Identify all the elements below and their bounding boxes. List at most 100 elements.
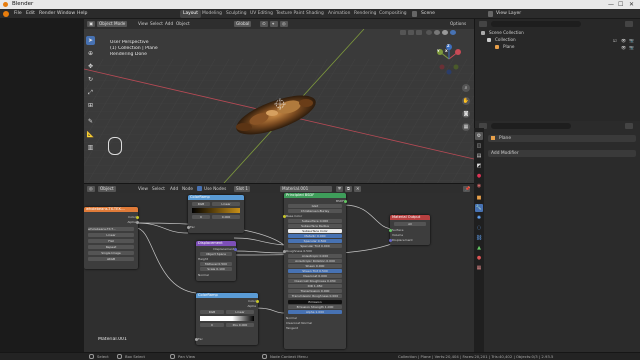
tab-animation[interactable]: Animation (325, 10, 353, 18)
measure-tool-icon[interactable]: 📐 (86, 130, 95, 139)
anisotropic-rotation-field[interactable]: Anisotropic Rotation 0.000 (288, 259, 342, 263)
eye-icon[interactable]: 👁 (621, 45, 626, 50)
rotate-tool-icon[interactable]: ↻ (86, 75, 95, 84)
tab-modeling[interactable]: Modeling (199, 10, 225, 18)
menu-file[interactable]: File (14, 11, 22, 16)
viewport-menu-view[interactable]: View (138, 21, 148, 27)
tab-compositing[interactable]: Compositing (376, 10, 410, 18)
midlevel-field[interactable]: Midlevel 0.500 (200, 262, 232, 266)
color-ramp-gradient[interactable] (192, 208, 240, 213)
output-tab-icon[interactable]: ▤ (475, 152, 483, 160)
interpolation-field[interactable]: Linear (212, 202, 240, 206)
view-layer-tab-icon[interactable]: ◩ (475, 162, 483, 170)
camera-icon[interactable]: 📷 (629, 45, 634, 50)
tab-layout[interactable]: Layout (180, 10, 201, 18)
principled-bsdf-node[interactable]: Principled BSDF BSDF GGX Christensen-Bur… (283, 193, 347, 349)
socket-surface[interactable] (389, 229, 392, 232)
emission-strength-field[interactable]: Emission Strength 1.000 (288, 305, 342, 309)
mode-selector[interactable]: Object Mode (97, 21, 128, 27)
fake-user-icon[interactable]: ⛨ (336, 186, 343, 192)
clearcoat-roughness-field[interactable]: Clearcoat Roughness 0.030 (288, 279, 342, 283)
gizmo-toggle-icon[interactable] (408, 30, 414, 35)
viewport-menu-select[interactable]: Select (150, 21, 163, 27)
maximize-button[interactable]: ☐ (618, 1, 623, 8)
metallic-field[interactable]: Metallic 0.000 (288, 234, 342, 238)
stop-index-field[interactable]: 0 (192, 215, 210, 219)
projection-field[interactable]: Flat (88, 239, 134, 243)
scene-tab-icon[interactable]: ● (475, 172, 483, 180)
menu-edit[interactable]: Edit (26, 11, 35, 16)
interpolation-field[interactable]: Linear (88, 233, 134, 237)
unlink-material-icon[interactable]: ✕ (354, 186, 361, 192)
menu-render[interactable]: Render (39, 11, 55, 16)
view-layer-icon[interactable] (488, 11, 493, 17)
outliner-editor-icon[interactable] (479, 21, 487, 27)
clearcoat-field[interactable]: Clearcoat 0.000 (288, 274, 342, 278)
properties-search-input[interactable] (491, 123, 571, 129)
displacement-node[interactable]: Displacement Displacement Object Space H… (196, 241, 237, 281)
colorramp-node-bottom[interactable]: ColorRamp Color Alpha RGB Linear 0 Pos 0… (195, 293, 259, 345)
specular-tint-field[interactable]: Specular Tint 0.000 (288, 244, 342, 248)
socket-roughness[interactable] (283, 250, 286, 253)
shading-rendered-icon[interactable] (450, 30, 456, 35)
ior-field[interactable]: IOR 1.450 (288, 284, 342, 288)
socket-displacement[interactable] (234, 248, 237, 251)
socket-base-color[interactable] (283, 215, 286, 218)
eye-icon[interactable]: 👁 (621, 38, 626, 43)
node-editor-object-selector[interactable]: Object (98, 186, 116, 192)
viewport-menu-object[interactable]: Object (176, 21, 190, 27)
socket-displacement[interactable] (389, 239, 392, 242)
zoom-icon[interactable]: ⌕ (462, 84, 470, 92)
subsurface-color-field[interactable]: Subsurface Color (288, 229, 342, 233)
pin-node-tree-icon[interactable]: 📌 (463, 186, 470, 192)
camera-view-icon[interactable]: ◙ (462, 110, 470, 118)
outliner-row-scene-collection[interactable]: Scene Collection (477, 30, 637, 36)
extension-field[interactable]: Repeat (88, 245, 134, 249)
editor-type-icon[interactable]: ▣ (87, 21, 95, 27)
copy-material-icon[interactable]: ⧉ (345, 186, 352, 192)
distribution-field[interactable]: GGX (288, 204, 342, 208)
color-space-field[interactable]: sRGB (88, 257, 134, 261)
world-tab-icon[interactable]: ◉ (475, 182, 483, 190)
use-nodes-checkbox[interactable] (197, 186, 202, 191)
tab-sculpting[interactable]: Sculpting (223, 10, 250, 18)
shading-solid-icon[interactable] (434, 30, 440, 35)
socket-alpha[interactable] (136, 221, 139, 224)
perspective-toggle-icon[interactable]: ▦ (462, 123, 470, 131)
visibility-icon[interactable] (400, 30, 406, 35)
scale-tool-icon[interactable]: ⤢ (86, 88, 95, 97)
alpha-field[interactable]: Alpha 1.000 (288, 310, 342, 314)
emission-color-field[interactable]: Emission (288, 300, 342, 304)
shading-material-icon[interactable] (442, 30, 448, 35)
sheen-tint-field[interactable]: Sheen Tint 0.500 (288, 269, 342, 273)
cursor-tool-icon[interactable]: ⊕ (86, 49, 95, 58)
minimize-button[interactable]: — (608, 1, 614, 8)
pin-icon[interactable] (625, 123, 633, 129)
slot-selector[interactable]: Slot 1 (234, 186, 251, 192)
texture-tab-icon[interactable]: ▦ (475, 264, 483, 272)
object-tab-icon[interactable]: ■ (475, 194, 483, 202)
node-menu-view[interactable]: View (138, 186, 148, 192)
physics-tab-icon[interactable]: ◌ (475, 224, 483, 232)
material-output-node[interactable]: Material Output All Surface Volume Displ… (389, 215, 430, 245)
stop-index-field[interactable]: 0 (200, 323, 224, 327)
constraints-tab-icon[interactable]: ⛓ (475, 234, 483, 242)
modifier-tab-icon[interactable]: 🔧 (475, 204, 483, 212)
socket-color[interactable] (136, 216, 139, 219)
particles-tab-icon[interactable]: ✺ (475, 214, 483, 222)
material-selector[interactable]: Material.001 (280, 186, 332, 192)
space-field[interactable]: Object Space (200, 252, 232, 256)
filter-icon[interactable] (625, 21, 633, 27)
subsurface-radius-field[interactable]: Subsurface Radius (288, 224, 342, 228)
sheen-field[interactable]: Sheen 0.000 (288, 264, 342, 268)
color-ramp-gradient[interactable] (200, 316, 254, 321)
socket-color[interactable] (256, 300, 259, 303)
viewport-menu-add[interactable]: Add (165, 21, 173, 27)
data-tab-icon[interactable]: ▲ (475, 244, 483, 252)
socket-fac[interactable] (187, 226, 190, 229)
tab-shading[interactable]: Shading (303, 10, 327, 18)
interpolation-field[interactable]: Linear (226, 310, 254, 314)
xray-icon[interactable] (426, 30, 432, 35)
subsurface-method-field[interactable]: Christensen-Burley (288, 209, 342, 213)
proportional-edit-icon[interactable]: ◎ (280, 21, 288, 27)
